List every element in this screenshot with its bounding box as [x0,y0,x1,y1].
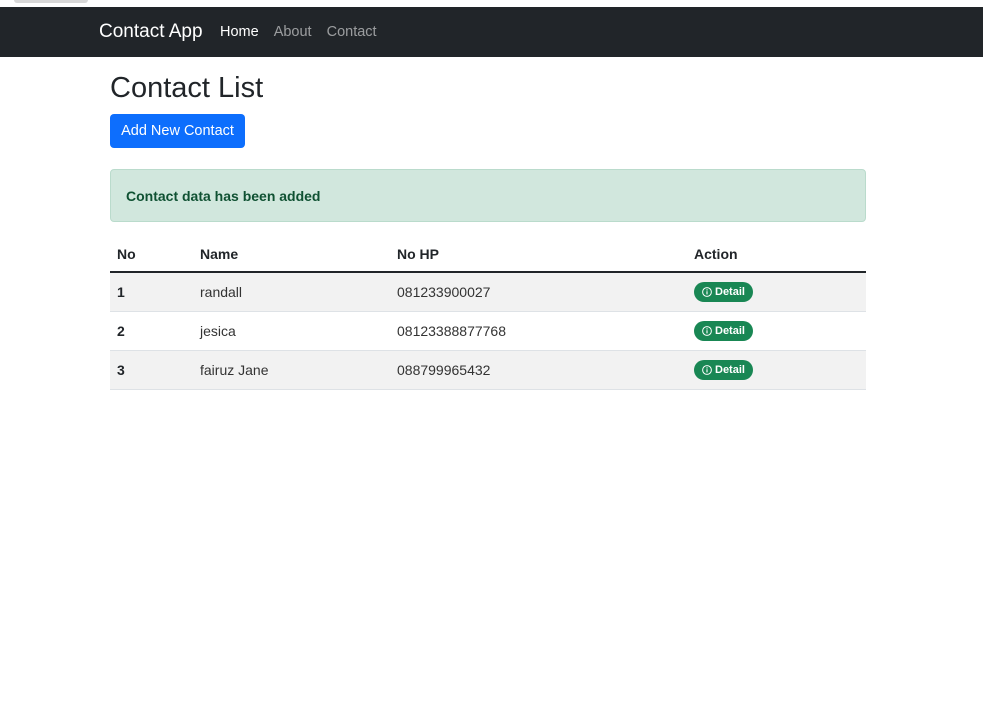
row-no: 1 [110,272,193,312]
navbar-brand[interactable]: Contact App [99,21,203,43]
nav-link-contact[interactable]: Contact [327,24,377,40]
row-no: 2 [110,311,193,351]
row-action: Detail [687,350,866,390]
header-no-hp: No HP [390,236,687,273]
row-phone: 081233900027 [390,272,687,312]
detail-button-label: Detail [715,325,745,337]
info-circle-icon [702,287,712,297]
table-row: 3 fairuz Jane 088799965432 Detail [110,350,866,390]
detail-button-label: Detail [715,286,745,298]
row-phone: 08123388877768 [390,311,687,351]
table-row: 1 randall 081233900027 Detail [110,272,866,312]
row-phone: 088799965432 [390,350,687,390]
alert-message: Contact data has been added [126,188,321,204]
add-new-contact-button[interactable]: Add New Contact [110,114,245,148]
row-action: Detail [687,311,866,351]
browser-tab-hint [14,0,88,3]
nav-links: Home About Contact [220,24,392,40]
navbar: Contact App Home About Contact [0,7,983,57]
detail-button[interactable]: Detail [694,321,753,341]
info-circle-icon [702,326,712,336]
table-body: 1 randall 081233900027 Detail 2 jesica 0… [110,272,866,390]
table-header: No Name No HP Action [110,236,866,273]
header-no: No [110,236,193,273]
info-circle-icon [702,365,712,375]
row-action: Detail [687,272,866,312]
header-action: Action [687,236,866,273]
detail-button-label: Detail [715,364,745,376]
row-name: jesica [193,311,390,351]
success-alert: Contact data has been added [110,169,866,222]
row-no: 3 [110,350,193,390]
browser-top-strip [0,0,983,7]
contact-table: No Name No HP Action 1 randall 081233900… [110,236,866,390]
nav-link-about[interactable]: About [274,24,312,40]
table-row: 2 jesica 08123388877768 Detail [110,311,866,351]
detail-button[interactable]: Detail [694,360,753,380]
detail-button[interactable]: Detail [694,282,753,302]
header-name: Name [193,236,390,273]
page-title: Contact List [110,72,264,104]
row-name: fairuz Jane [193,350,390,390]
nav-link-home[interactable]: Home [220,24,259,40]
table-header-row: No Name No HP Action [110,236,866,273]
row-name: randall [193,272,390,312]
